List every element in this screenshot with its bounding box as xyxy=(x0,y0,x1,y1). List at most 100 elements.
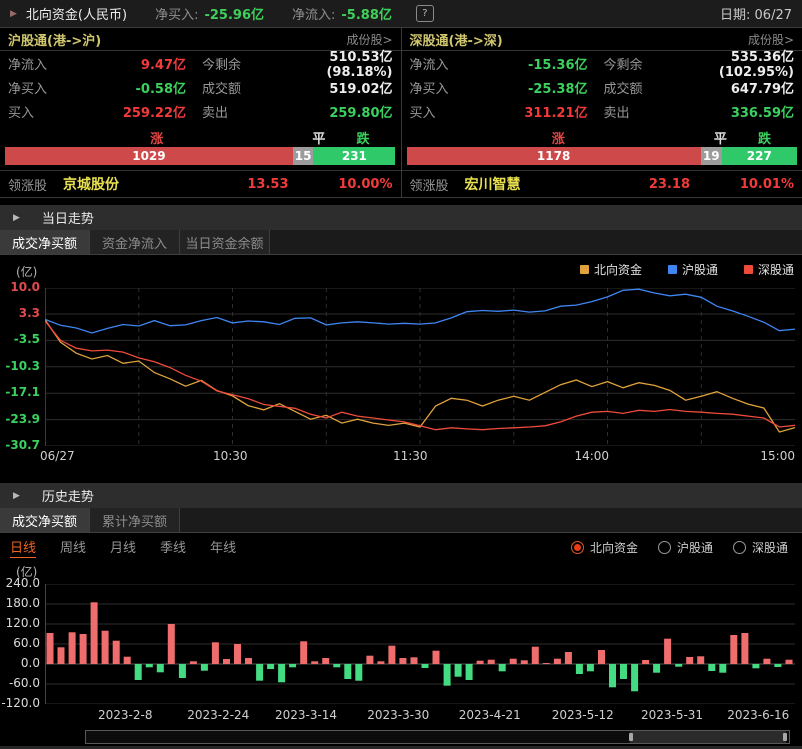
panel-row: 买入 259.22亿 卖出 259.80亿 xyxy=(0,99,401,123)
row-value: 535.36亿(102.95%) xyxy=(670,46,795,80)
leading-stock-row: 领涨股 宏川智慧 23.18 10.01% xyxy=(402,170,802,197)
leading-stock-change: 10.01% xyxy=(690,177,794,192)
legend-label: 北向资金 xyxy=(594,261,642,278)
period-4[interactable]: 年线 xyxy=(210,537,236,557)
daily-trend-chart: (亿) 北向资金沪股通深股通 10.03.3-3.5-10.3-17.1-23.… xyxy=(0,255,802,483)
net-buy-label: 净买入: xyxy=(155,4,198,23)
legend-label: 沪股通 xyxy=(682,261,718,278)
up-label: 涨 xyxy=(150,128,163,147)
leading-stock-label: 领涨股 xyxy=(410,175,449,194)
scrollbar-track[interactable] xyxy=(85,730,790,744)
flat-label: 平 xyxy=(714,128,727,147)
x-axis-tick: 2023-3-14 xyxy=(275,708,337,722)
daily-tab-2[interactable]: 当日资金余额 xyxy=(180,230,270,254)
history-tab-0[interactable]: 成交净买额 xyxy=(0,508,90,532)
panel-title: 沪股通(港->沪) xyxy=(8,30,101,49)
section-title: 历史走势 xyxy=(42,486,94,505)
period-0[interactable]: 日线 xyxy=(10,537,36,558)
y-axis-tick: -17.1 xyxy=(0,385,40,399)
row-value: 647.79亿 xyxy=(670,78,795,97)
row-label: 今剩余 xyxy=(604,54,670,73)
y-axis-tick: 120.0 xyxy=(0,616,40,630)
daily-tab-0[interactable]: 成交净买额 xyxy=(0,230,90,254)
help-icon[interactable]: ? xyxy=(416,5,434,22)
x-axis-tick: 2023-2-24 xyxy=(187,708,249,722)
net-inflow-value: -5.88亿 xyxy=(341,4,391,23)
radio-button-icon[interactable] xyxy=(571,541,584,554)
x-axis-tick: 11:30 xyxy=(393,449,428,463)
history-tab-1[interactable]: 累计净买额 xyxy=(90,508,180,532)
x-axis-tick: 10:30 xyxy=(213,449,248,463)
leading-stock-name[interactable]: 京城股份 xyxy=(63,174,119,194)
scrollbar-left-handle-icon[interactable] xyxy=(629,733,633,741)
y-axis-tick: -23.9 xyxy=(0,412,40,426)
y-axis-unit: (亿) xyxy=(16,263,37,280)
row-value: 311.21亿 xyxy=(476,102,588,121)
panel-row: 净流入 -15.36亿 今剩余 535.36亿(102.95%) xyxy=(402,51,802,75)
radio-label: 深股通 xyxy=(752,539,788,556)
row-label: 成交额 xyxy=(202,78,268,97)
row-value: 510.53亿(98.18%) xyxy=(268,46,393,80)
y-axis-tick: -60.0 xyxy=(0,676,40,690)
series-radio-0[interactable]: 北向资金 xyxy=(571,539,638,556)
net-inflow-label: 净流入: xyxy=(292,4,335,23)
row-label: 买入 xyxy=(410,102,476,121)
flat-count-segment: 19 xyxy=(701,147,722,165)
row-value: 259.22亿 xyxy=(74,102,186,121)
period-1[interactable]: 周线 xyxy=(60,537,86,557)
series-radio-2[interactable]: 深股通 xyxy=(733,539,788,556)
daily-trend-section-header[interactable]: ▶ 当日走势 xyxy=(0,205,802,230)
legend-item-1: 沪股通 xyxy=(668,261,718,278)
spacer xyxy=(0,198,802,205)
leading-stock-price: 13.53 xyxy=(169,177,289,192)
leading-stock-price: 23.18 xyxy=(570,177,690,192)
row-value: 336.59亿 xyxy=(670,102,795,121)
y-axis-tick: -120.0 xyxy=(0,696,40,710)
advance-decline-bar: 1178 19 227 xyxy=(407,147,798,165)
row-label: 净买入 xyxy=(410,78,476,97)
daily-trend-tabs: 成交净买额资金净流入当日资金余额 xyxy=(0,230,802,255)
scrollbar-right-handle-icon[interactable] xyxy=(783,733,787,741)
line-chart-plot[interactable] xyxy=(45,288,795,446)
leading-stock-name[interactable]: 宏川智慧 xyxy=(465,174,521,194)
expand-arrow-icon[interactable]: ▶ xyxy=(10,9,17,19)
y-axis-tick: -30.7 xyxy=(0,438,40,452)
constituents-link[interactable]: 成份股> xyxy=(748,31,794,48)
radio-label: 沪股通 xyxy=(677,539,713,556)
y-axis-tick: -10.3 xyxy=(0,359,40,373)
period-2[interactable]: 月线 xyxy=(110,537,136,557)
period-3[interactable]: 季线 xyxy=(160,537,186,557)
x-axis-tick: 2023-5-12 xyxy=(552,708,614,722)
radio-label: 北向资金 xyxy=(590,539,638,556)
panel-row: 净买入 -0.58亿 成交额 519.02亿 xyxy=(0,75,401,99)
page-title: 北向资金(人民币) xyxy=(26,4,127,23)
row-value: 9.47亿 xyxy=(74,54,186,73)
row-value: -0.58亿 xyxy=(74,78,186,97)
collapse-arrow-icon[interactable]: ▶ xyxy=(13,213,20,223)
up-count-segment: 1029 xyxy=(5,147,293,165)
collapse-arrow-icon[interactable]: ▶ xyxy=(13,491,20,501)
legend-swatch-icon xyxy=(580,265,589,274)
history-trend-section-header[interactable]: ▶ 历史走势 xyxy=(0,483,802,508)
y-axis-tick: 3.3 xyxy=(0,306,40,320)
x-axis-tick: 14:00 xyxy=(574,449,609,463)
constituents-link[interactable]: 成份股> xyxy=(346,31,392,48)
row-label: 卖出 xyxy=(202,102,268,121)
legend-label: 深股通 xyxy=(758,261,794,278)
down-label: 跌 xyxy=(758,128,771,147)
leading-stock-label: 领涨股 xyxy=(8,175,47,194)
radio-button-icon[interactable] xyxy=(733,541,746,554)
down-count-segment: 227 xyxy=(722,147,797,165)
section-title: 当日走势 xyxy=(42,208,94,227)
panel-title: 深股通(港->深) xyxy=(410,30,503,49)
x-axis-tick: 2023-2-8 xyxy=(98,708,152,722)
daily-tab-1[interactable]: 资金净流入 xyxy=(90,230,180,254)
series-radio-1[interactable]: 沪股通 xyxy=(658,539,713,556)
scrollbar-thumb[interactable] xyxy=(630,731,786,743)
bar-chart-plot[interactable] xyxy=(45,584,795,704)
down-label: 跌 xyxy=(356,128,369,147)
legend-swatch-icon xyxy=(744,265,753,274)
radio-button-icon[interactable] xyxy=(658,541,671,554)
row-label: 成交额 xyxy=(604,78,670,97)
net-buy-value: -25.96亿 xyxy=(204,4,264,23)
